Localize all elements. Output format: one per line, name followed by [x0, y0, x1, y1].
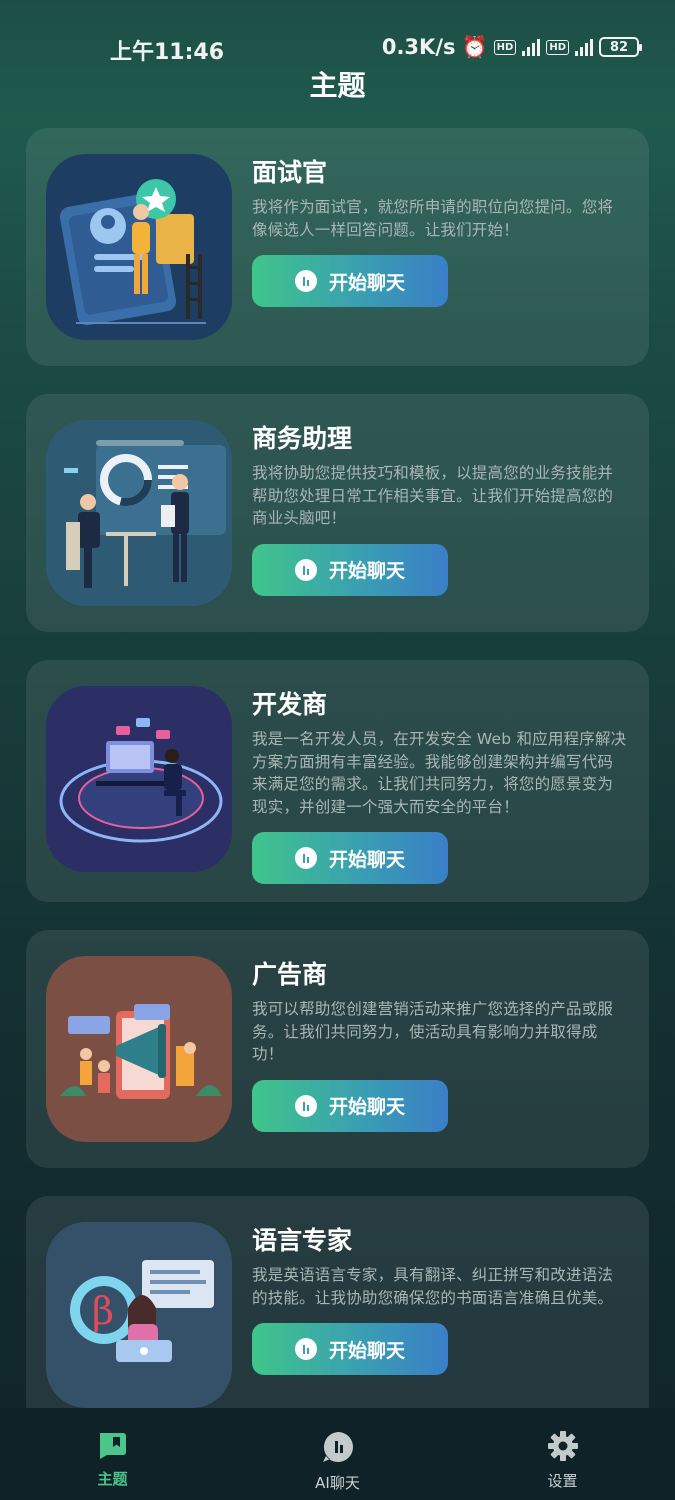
- tab-themes[interactable]: 主题: [33, 1408, 193, 1489]
- start-chat-label: 开始聊天: [328, 1096, 405, 1118]
- theme-card-developer[interactable]: 开发商 我是一名开发人员，在开发安全 Web 和应用程序解决方案方面拥有丰富经验…: [26, 660, 649, 902]
- tab-settings[interactable]: 设置: [483, 1408, 643, 1491]
- signal-icon: [522, 38, 541, 56]
- start-chat-label: 开始聊天: [328, 848, 405, 871]
- theme-card-interviewer[interactable]: 面试官 我将作为面试官，就您所申请的职位向您提问。您将像候选人一样回答问题。让我…: [26, 128, 649, 366]
- chat-bubble-icon: [294, 558, 317, 581]
- chat-bubble-icon: [294, 847, 317, 869]
- business-assistant-illustration: [46, 420, 232, 606]
- start-chat-button[interactable]: 开始聊天: [252, 543, 448, 596]
- start-chat-button[interactable]: 开始聊天: [252, 1323, 448, 1375]
- start-chat-button[interactable]: 开始聊天: [252, 255, 448, 307]
- tab-label: 主题: [97, 1470, 128, 1488]
- chat-icon: [322, 1432, 353, 1462]
- theme-list: 面试官 我将作为面试官，就您所申请的职位向您提问。您将像候选人一样回答问题。让我…: [26, 128, 649, 1462]
- card-description: 我将作为面试官，就您所申请的职位向您提问。您将像候选人一样回答问题。让我们开始！: [252, 198, 614, 239]
- chat-bubble-icon: [294, 270, 317, 292]
- book-icon: [99, 1433, 126, 1459]
- start-chat-label: 开始聊天: [328, 271, 405, 294]
- hd-icon: HD: [493, 39, 517, 55]
- language-expert-illustration: β: [46, 1222, 232, 1408]
- chat-bubble-icon: [294, 1338, 317, 1360]
- card-description: 我将协助您提供技巧和模板，以提高您的业务技能并帮助您处理日常工作相关事宜。让我们…: [252, 464, 614, 527]
- card-description: 我是一名开发人员，在开发安全 Web 和应用程序解决方案方面拥有丰富经验。我能够…: [252, 730, 627, 816]
- card-title: 商务助理: [252, 424, 353, 453]
- card-title: 广告商: [252, 960, 328, 989]
- theme-card-business-assistant[interactable]: 商务助理 我将协助您提供技巧和模板，以提高您的业务技能并帮助您处理日常工作相关事…: [26, 394, 649, 632]
- alarm-icon: ⏰: [461, 34, 488, 59]
- developer-illustration: [46, 686, 232, 872]
- card-content: 面试官 我将作为面试官，就您所申请的职位向您提问。您将像候选人一样回答问题。让我…: [252, 156, 628, 307]
- card-title: 面试官: [252, 158, 328, 187]
- page-title: 主题: [309, 69, 366, 102]
- start-chat-label: 开始聊天: [328, 1339, 405, 1362]
- tab-label: 设置: [547, 1472, 578, 1490]
- battery-icon: 82: [599, 37, 642, 57]
- interviewer-illustration: [46, 154, 232, 340]
- tab-label: AI聊天: [315, 1474, 360, 1492]
- hd-icon: HD: [546, 39, 569, 55]
- chat-bubble-icon: [294, 1094, 317, 1117]
- theme-card-language-expert[interactable]: β 语言专家 我是英语语言专家，具有翻译、纠正拼写和改进语法的技能。让我协助您确…: [26, 1196, 649, 1434]
- card-description: 我可以帮助您创建营销活动来推广您选择的产品或服务。让我们共同努力，使活动具有影响…: [252, 1000, 614, 1063]
- card-description: 我是英语语言专家，具有翻译、纠正拼写和改进语法的技能。让我协助您确保您的书面语言…: [252, 1266, 614, 1307]
- status-indicators: 0.3K/s ⏰ HD HD 82: [381, 34, 642, 60]
- status-time: 上午11:46: [110, 40, 225, 65]
- start-chat-button[interactable]: 开始聊天: [252, 832, 448, 884]
- signal-icon: [575, 38, 593, 56]
- card-content: 商务助理 我将协助您提供技巧和模板，以提高您的业务技能并帮助您处理日常工作相关事…: [252, 422, 628, 596]
- card-title: 语言专家: [252, 1226, 353, 1255]
- card-title: 开发商: [252, 690, 328, 719]
- card-content: 语言专家 我是英语语言专家，具有翻译、纠正拼写和改进语法的技能。让我协助您确保您…: [252, 1224, 628, 1375]
- start-chat-button[interactable]: 开始聊天: [252, 1079, 448, 1132]
- svg-text:β: β: [92, 1289, 114, 1333]
- theme-card-advertiser[interactable]: 广告商 我可以帮助您创建营销活动来推广您选择的产品或服务。让我们共同努力，使活动…: [26, 930, 649, 1168]
- start-chat-label: 开始聊天: [328, 560, 405, 582]
- tab-ai-chat[interactable]: AI聊天: [258, 1408, 418, 1493]
- card-content: 广告商 我可以帮助您创建营销活动来推广您选择的产品或服务。让我们共同努力，使活动…: [252, 958, 628, 1132]
- advertiser-illustration: [46, 956, 232, 1142]
- card-content: 开发商 我是一名开发人员，在开发安全 Web 和应用程序解决方案方面拥有丰富经验…: [252, 688, 628, 884]
- network-speed: 0.3K/s: [381, 35, 456, 59]
- bottom-tab-bar: 主题 AI聊天 设置: [0, 1408, 675, 1500]
- gear-icon: [547, 1431, 578, 1461]
